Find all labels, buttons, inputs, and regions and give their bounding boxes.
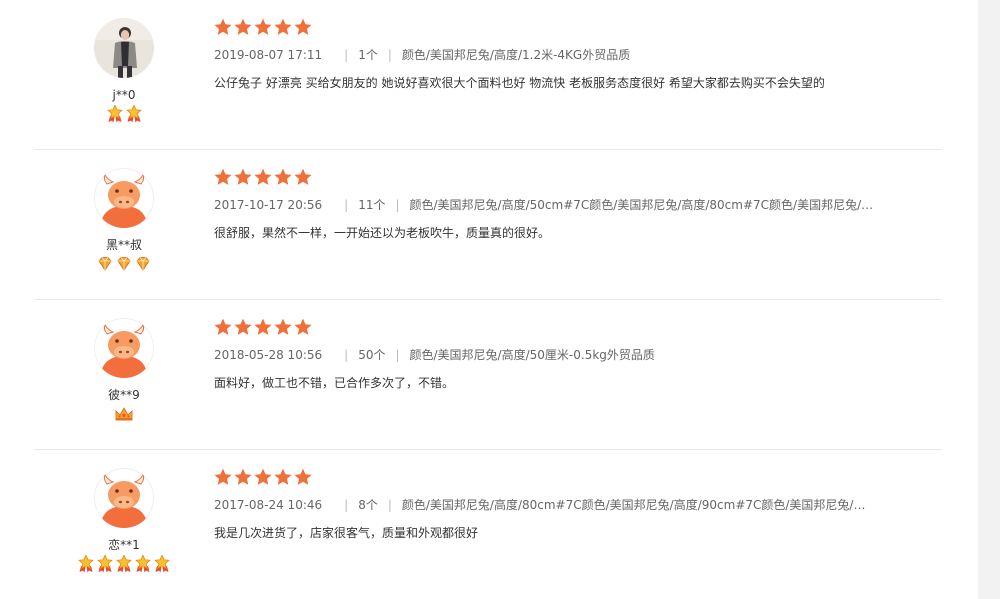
star-icon — [274, 168, 292, 186]
diamond-icon — [134, 255, 152, 273]
avatar[interactable] — [94, 318, 154, 378]
star-icon — [254, 168, 272, 186]
medal-star-icon — [134, 554, 152, 573]
scrollbar-track[interactable] — [978, 0, 1000, 599]
reviewer-level-badges — [88, 255, 160, 273]
review-meta: 2017-10-17 20:56 | 11个 | 颜色/美国邦尼兔/高度/50cm#7C… — [214, 197, 914, 213]
review-date: 2017-10-17 20:56 — [214, 198, 323, 212]
review-item: 彼**9 2018-05-28 10:56 | 50个 | 颜色/美国邦尼兔/高度/50厘… — [34, 300, 942, 450]
review-meta: 2017-08-24 10:46 | 8个 | 颜色/美国邦尼兔/高度/80cm#7C颜… — [214, 497, 914, 513]
review-date: 2017-08-24 10:46 — [214, 498, 323, 512]
crown-icon — [114, 405, 134, 423]
reviewer-info: 恋**1 — [78, 468, 170, 573]
rating-stars — [214, 18, 914, 38]
reviewer-name: 彼**9 — [108, 388, 140, 402]
star-icon — [234, 468, 252, 486]
avatar[interactable] — [94, 168, 154, 228]
sku-info: 颜色/美国邦尼兔/高度/1.2米-4KG外贸品质 — [401, 48, 631, 62]
review-content: 2018-05-28 10:56 | 50个 | 颜色/美国邦尼兔/高度/50厘米-0.… — [214, 318, 914, 391]
medal-star-icon — [106, 104, 124, 123]
reviewer-level-badges — [78, 554, 170, 573]
meta-separator: | — [395, 198, 400, 212]
meta-separator: | — [344, 198, 349, 212]
medal-star-icon — [125, 104, 143, 123]
rating-stars — [214, 468, 914, 488]
star-icon — [274, 318, 292, 336]
meta-separator: | — [387, 498, 392, 512]
purchase-quantity: 50个 — [358, 348, 386, 362]
reviewer-level-badges — [88, 405, 160, 423]
review-date: 2018-05-28 10:56 — [214, 348, 323, 362]
review-item: 黑**叔 2017-10-17 20:56 | 11个 | 颜色/美国邦尼兔/高度/50c… — [34, 150, 942, 300]
star-icon — [234, 168, 252, 186]
medal-star-icon — [96, 554, 114, 573]
star-icon — [214, 468, 232, 486]
review-list: j**0 2019-08-07 17:11 | 1个 | 颜色/美国邦尼兔/高度/1.2米… — [34, 0, 942, 599]
review-date: 2019-08-07 17:11 — [214, 48, 323, 62]
meta-separator: | — [387, 48, 392, 62]
star-icon — [234, 318, 252, 336]
medal-star-icon — [77, 554, 95, 573]
meta-separator: | — [395, 348, 400, 362]
avatar[interactable] — [94, 468, 154, 528]
review-comment: 很舒服，果然不一样，一开始还以为老板吹牛，质量真的很好。 — [214, 226, 551, 240]
meta-separator: | — [344, 48, 349, 62]
purchase-quantity: 8个 — [358, 498, 378, 512]
meta-separator: | — [344, 348, 349, 362]
reviewer-name: j**0 — [112, 88, 136, 102]
star-icon — [294, 18, 312, 36]
star-icon — [294, 468, 312, 486]
review-comment: 我是几次进货了，店家很客气，质量和外观都很好 — [214, 526, 479, 540]
star-icon — [214, 318, 232, 336]
review-meta: 2018-05-28 10:56 | 50个 | 颜色/美国邦尼兔/高度/50厘米-0.… — [214, 347, 914, 363]
star-icon — [294, 318, 312, 336]
rating-stars — [214, 318, 914, 338]
purchase-quantity: 1个 — [358, 48, 378, 62]
diamond-icon — [96, 255, 114, 273]
rating-stars — [214, 168, 914, 188]
avatar[interactable] — [94, 18, 154, 78]
purchase-quantity: 11个 — [358, 198, 386, 212]
review-content: 2019-08-07 17:11 | 1个 | 颜色/美国邦尼兔/高度/1.2米-4KG… — [214, 18, 914, 91]
review-item: j**0 2019-08-07 17:11 | 1个 | 颜色/美国邦尼兔/高度/1.2米… — [34, 0, 942, 150]
star-icon — [214, 18, 232, 36]
review-content: 2017-08-24 10:46 | 8个 | 颜色/美国邦尼兔/高度/80cm#7C颜… — [214, 468, 914, 541]
star-icon — [254, 468, 272, 486]
reviewer-info: 黑**叔 — [88, 168, 160, 273]
sku-info: 颜色/美国邦尼兔/高度/80cm#7C颜色/美国邦尼兔/高度/90cm#7C颜色… — [401, 498, 872, 512]
review-page: j**0 2019-08-07 17:11 | 1个 | 颜色/美国邦尼兔/高度/1.2米… — [0, 0, 1000, 599]
star-icon — [274, 468, 292, 486]
review-comment: 面料好，做工也不错，已合作多次了，不错。 — [214, 376, 455, 390]
reviewer-info: 彼**9 — [88, 318, 160, 423]
star-icon — [274, 18, 292, 36]
star-icon — [294, 168, 312, 186]
medal-star-icon — [153, 554, 171, 573]
star-icon — [214, 168, 232, 186]
review-meta: 2019-08-07 17:11 | 1个 | 颜色/美国邦尼兔/高度/1.2米-4KG… — [214, 47, 914, 63]
review-item: 恋**1 2017-08-24 10:46 | 8个 | 颜色/美国邦尼兔/高度/80cm… — [34, 450, 942, 599]
meta-separator: | — [344, 498, 349, 512]
sku-info: 颜色/美国邦尼兔/高度/50cm#7C颜色/美国邦尼兔/高度/80cm#7C颜色… — [409, 198, 880, 212]
star-icon — [254, 318, 272, 336]
reviewer-level-badges — [88, 104, 160, 123]
diamond-icon — [115, 255, 133, 273]
sku-info: 颜色/美国邦尼兔/高度/50厘米-0.5kg外贸品质 — [409, 348, 655, 362]
review-comment: 公仔兔子 好漂亮 买给女朋友的 她说好喜欢很大个面料也好 物流快 老板服务态度很… — [214, 76, 825, 90]
medal-star-icon — [115, 554, 133, 573]
star-icon — [234, 18, 252, 36]
reviewer-name: 黑**叔 — [105, 238, 142, 252]
reviewer-info: j**0 — [88, 18, 160, 123]
star-icon — [254, 18, 272, 36]
review-content: 2017-10-17 20:56 | 11个 | 颜色/美国邦尼兔/高度/50cm#7C… — [214, 168, 914, 241]
reviewer-name: 恋**1 — [108, 538, 140, 552]
